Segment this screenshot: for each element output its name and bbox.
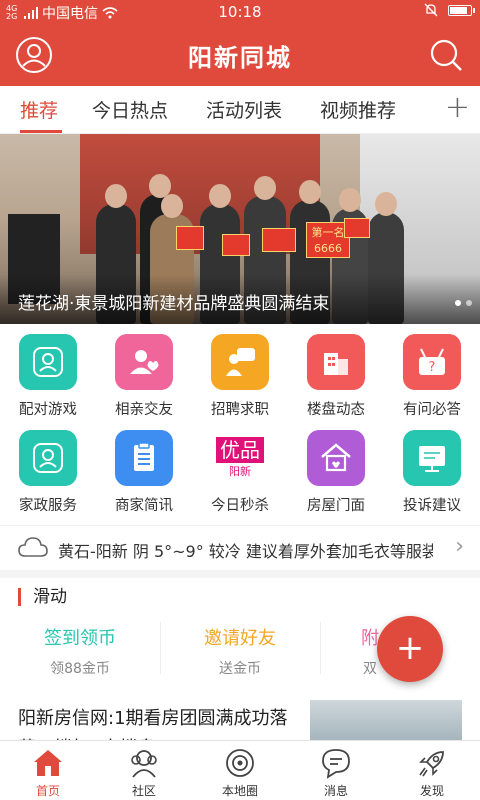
promo-sub: 领88金币 [50, 661, 110, 677]
feature-pair-game[interactable]: 配对游戏 [0, 330, 96, 420]
nav-community[interactable]: 社区 [96, 741, 192, 800]
bottom-navigation: 首页 社区 本地圈 消息 发现 [0, 740, 480, 800]
feature-label: 今日秒杀 [211, 498, 269, 514]
job-icon [211, 334, 269, 390]
nav-label: 本地圈 [221, 784, 258, 798]
promo-title: 签到领币 [44, 628, 116, 649]
message-icon [322, 749, 350, 779]
feature-grid: 配对游戏 相亲交友 招聘求职 楼盘动态 ? 有问必答 家政服务 商家简讯 优品 … [0, 330, 480, 520]
merchant-news-icon [115, 430, 173, 486]
carousel-dot [466, 300, 472, 306]
local-circle-icon [226, 749, 254, 777]
tab-recommend[interactable]: 推荐 [20, 96, 58, 123]
qa-icon: ? [403, 334, 461, 390]
weather-bar[interactable]: 黄石-阳新 阴 5°~9° 较冷 建议着厚外套加毛衣等服装。 › [0, 525, 480, 569]
feature-flash-sale[interactable]: 优品 阳新 今日秒杀 [192, 426, 288, 516]
svg-text:?: ? [429, 360, 436, 375]
feature-housekeeping[interactable]: 家政服务 [0, 426, 96, 516]
rocket-icon [419, 751, 444, 777]
category-tabs: 推荐 今日热点 活动列表 视频推荐 + [0, 86, 480, 134]
tab-today-hot[interactable]: 今日热点 [92, 96, 168, 123]
nav-label: 消息 [323, 784, 348, 798]
banner-certificate [222, 234, 250, 256]
tab-video-recommend[interactable]: 视频推荐 [320, 96, 396, 123]
flash-sale-badge-sub: 阳新 [229, 465, 251, 478]
feature-label: 家政服务 [19, 498, 77, 514]
nav-label: 首页 [35, 784, 60, 798]
banner-caption: 莲花湖·東景城阳新建材品牌盛典圆满结束 [18, 294, 330, 314]
building-icon [307, 334, 365, 390]
feature-house-storefront[interactable]: 房屋门面 [288, 426, 384, 516]
add-tab-button[interactable]: + [445, 90, 470, 125]
feature-dating[interactable]: 相亲交友 [96, 330, 192, 420]
flash-sale-badge-main: 优品 [216, 437, 264, 463]
news-thumbnail [310, 700, 462, 740]
news-item[interactable]: 阳新房信网:1期看房团圆满成功落幕！楼杠9大楼盘 [0, 698, 480, 740]
search-button[interactable] [426, 35, 466, 75]
complaint-icon [403, 430, 461, 486]
home-icon [34, 750, 62, 776]
feature-label: 楼盘动态 [307, 402, 365, 418]
banner-carousel[interactable]: 第一名 6666 莲花湖·東景城阳新建材品牌盛典圆满结束 [0, 134, 480, 324]
dating-icon [115, 334, 173, 390]
nav-discover[interactable]: 发现 [384, 741, 480, 800]
community-icon [131, 750, 157, 778]
news-title: 阳新房信网:1期看房团圆满成功落幕！楼杠9大楼盘 [18, 708, 288, 740]
tab-activities[interactable]: 活动列表 [206, 96, 282, 123]
feature-real-estate[interactable]: 楼盘动态 [288, 330, 384, 420]
flash-sale-icon: 优品 阳新 [211, 430, 269, 486]
mute-bell-icon [424, 3, 438, 17]
search-icon [430, 39, 462, 71]
publish-fab-button[interactable]: + [377, 616, 443, 682]
carousel-dot [455, 300, 461, 306]
nav-label: 社区 [131, 784, 156, 798]
chevron-right-icon: › [455, 534, 464, 559]
nav-label: 发现 [419, 784, 444, 798]
app-title: 阳新同城 [188, 44, 292, 72]
feature-jobs[interactable]: 招聘求职 [192, 330, 288, 420]
promo-checkin[interactable]: 签到领币 领88金币 [0, 620, 160, 680]
feature-label: 招聘求职 [211, 402, 269, 418]
feature-label: 商家简讯 [115, 498, 173, 514]
feature-complaint[interactable]: 投诉建议 [384, 426, 480, 516]
feature-label: 投诉建议 [403, 498, 461, 514]
nav-home[interactable]: 首页 [0, 741, 96, 800]
feature-label: 房屋门面 [307, 498, 365, 514]
banner-certificate [344, 218, 370, 238]
nav-local-circle[interactable]: 本地圈 [192, 741, 288, 800]
nav-messages[interactable]: 消息 [288, 741, 384, 800]
feature-label: 配对游戏 [19, 402, 77, 418]
banner-certificate [262, 228, 296, 252]
feature-merchant-news[interactable]: 商家简讯 [96, 426, 192, 516]
clock: 10:18 [218, 3, 262, 21]
cloud-icon [18, 537, 48, 557]
pair-game-icon [19, 334, 77, 390]
battery-icon [448, 4, 475, 16]
app-header: 阳新同城 [0, 24, 480, 86]
weather-text: 黄石-阳新 阴 5°~9° 较冷 建议着厚外套加毛衣等服装。 [58, 542, 433, 561]
banner-certificate [176, 226, 204, 250]
active-tab-indicator [20, 130, 62, 133]
feature-label: 相亲交友 [115, 402, 173, 418]
feature-label: 有问必答 [403, 402, 461, 418]
house-icon [307, 430, 365, 486]
section-title: 滑动 [18, 588, 67, 606]
feature-qa[interactable]: ? 有问必答 [384, 330, 480, 420]
section-divider [0, 570, 480, 578]
housekeeping-icon [19, 430, 77, 486]
carousel-indicator [455, 300, 472, 306]
status-bar: 4G 2G 中国电信 10:18 [0, 0, 480, 24]
